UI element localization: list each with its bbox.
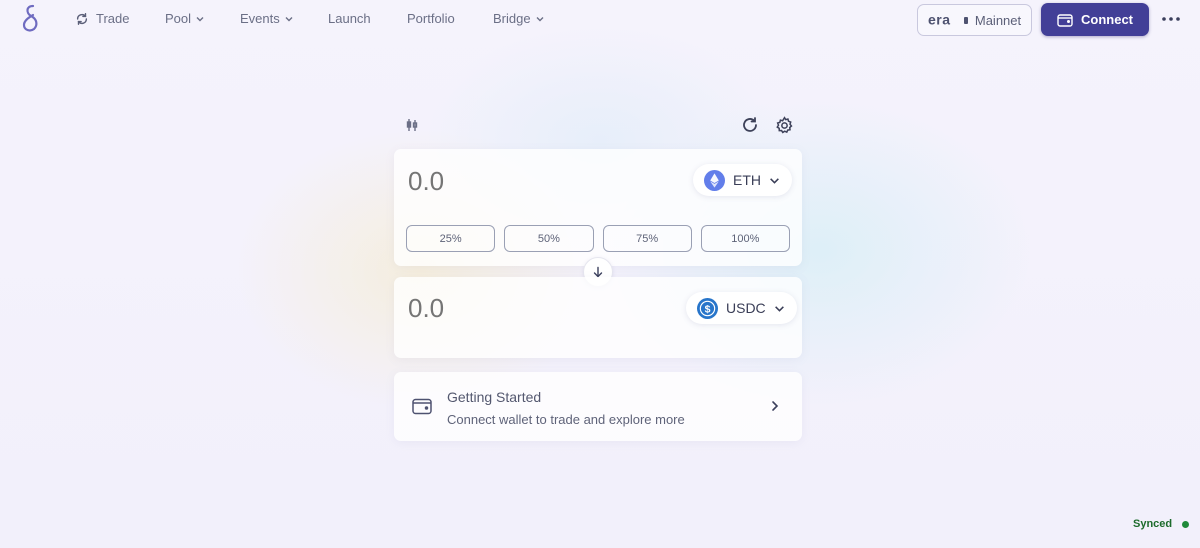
network-label: Mainnet [974,12,1022,28]
chevron-down-icon [536,16,544,21]
chevron-down-icon [196,16,204,21]
from-amount-input[interactable] [408,166,628,197]
percent-100-button[interactable]: 100% [700,225,790,252]
era-logo-icon: era [928,14,968,26]
percent-75-button[interactable]: 75% [602,225,692,252]
percent-button-row: 25% 50% 75% 100% [406,225,790,252]
usdc-token-icon: $ [697,297,718,319]
app-logo-icon[interactable] [20,3,44,33]
nav-trade[interactable]: Trade [75,11,129,26]
wallet-icon [412,398,432,415]
percent-25-button[interactable]: 25% [406,225,496,252]
nav-launch[interactable]: Launch [328,11,371,26]
nav-portfolio-label: Portfolio [407,11,455,26]
nav-events-label: Events [240,11,280,26]
chevron-down-icon [770,177,779,184]
swap-toolbar [394,112,802,140]
nav-bridge-label: Bridge [493,11,531,26]
chevron-right-icon [772,401,779,411]
nav-pool-label: Pool [165,11,192,26]
getting-started-title: Getting Started [447,389,542,405]
to-amount-input[interactable] [408,293,628,324]
from-token-selector[interactable]: ETH [693,164,792,196]
sync-status-dot [1182,520,1190,528]
sync-status-label: Synced [1133,518,1173,530]
nav-pool[interactable]: Pool [165,11,205,26]
swap-cycle-icon [76,12,88,25]
wallet-icon [1057,13,1073,27]
nav-launch-label: Launch [328,11,371,26]
nav-trade-label: Trade [96,11,130,26]
svg-text:era: era [928,14,951,26]
network-selector-button[interactable]: era Mainnet [917,4,1032,36]
from-token-symbol: ETH [733,172,761,188]
nav-bridge[interactable]: Bridge [493,11,545,26]
settings-gear-icon[interactable] [775,116,794,135]
chevron-down-icon [774,305,784,312]
to-token-symbol: USDC [726,300,766,316]
candlestick-chart-icon[interactable] [405,118,419,132]
to-token-selector[interactable]: $ USDC [686,292,797,324]
svg-text:$: $ [705,303,711,315]
swap-to-panel: $ USDC [394,277,802,358]
getting-started-card[interactable]: Getting Started Connect wallet to trade … [394,372,802,441]
percent-50-button[interactable]: 50% [504,225,594,252]
nav-portfolio[interactable]: Portfolio [407,11,455,26]
connect-wallet-button[interactable]: Connect [1041,3,1149,36]
chevron-down-icon [285,16,293,21]
getting-started-subtitle: Connect wallet to trade and explore more [447,412,685,427]
more-options-icon[interactable] [1161,12,1181,26]
refresh-icon[interactable] [741,116,759,134]
nav-events[interactable]: Events [240,11,294,26]
sync-status: Synced [1133,518,1190,530]
swap-from-panel: ETH 25% 50% 75% 100% [394,149,802,266]
connect-label: Connect [1081,12,1133,27]
top-navigation-bar: Trade Pool Events Launch Portfolio Bridg… [0,0,1200,40]
ethereum-token-icon [704,169,725,191]
